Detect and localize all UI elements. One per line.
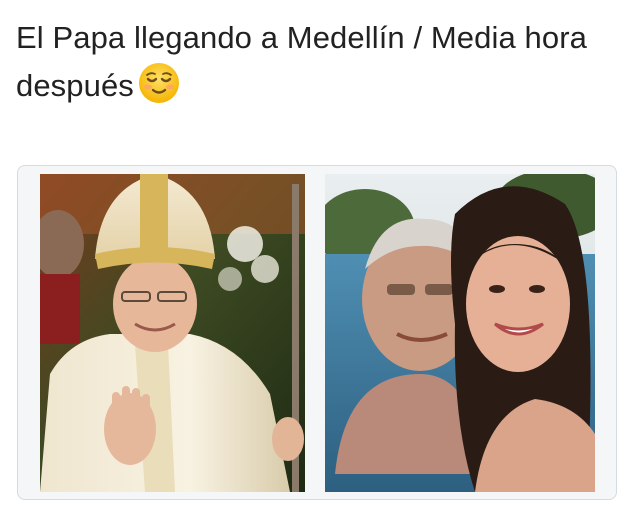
tweet-text-content: El Papa llegando a Medellín / Media hora… bbox=[16, 20, 587, 103]
pope-ceremony-photo[interactable] bbox=[40, 174, 305, 492]
media-card[interactable] bbox=[17, 165, 617, 500]
pool-selfie-photo[interactable] bbox=[325, 174, 595, 492]
tweet-text: El Papa llegando a Medellín / Media hora… bbox=[16, 14, 616, 110]
relieved-face-icon bbox=[138, 62, 180, 104]
